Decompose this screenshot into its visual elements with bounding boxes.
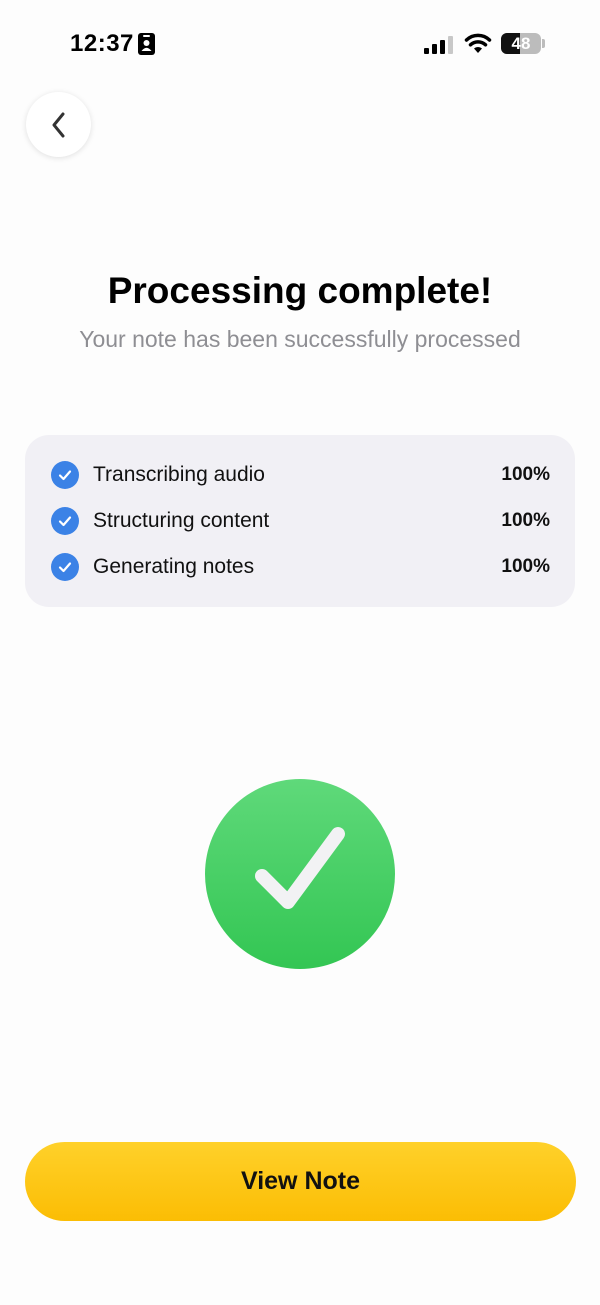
step-label: Structuring content	[93, 509, 270, 532]
checkmark-icon	[255, 827, 345, 909]
step-percent: 100%	[501, 510, 550, 531]
battery-icon: 48	[501, 33, 541, 54]
battery-cap	[542, 39, 545, 48]
success-checkmark	[205, 779, 395, 969]
battery-level: 48	[511, 34, 531, 53]
checkmark-circle-icon	[51, 461, 79, 489]
step-label: Transcribing audio	[93, 463, 265, 486]
processing-steps-card: Transcribing audio 100% Structuring cont…	[25, 435, 575, 607]
step-label: Generating notes	[93, 555, 255, 578]
step-percent: 100%	[501, 464, 550, 485]
signal-icon	[424, 36, 453, 54]
step-percent: 100%	[501, 556, 550, 577]
processing-complete-screen: 12:37 48 Processing complete! Your note …	[0, 0, 600, 1305]
status-time: 12:37	[70, 30, 134, 57]
wifi-icon	[464, 33, 492, 53]
chevron-left-icon	[52, 112, 64, 137]
step-row-structuring: Structuring content 100%	[51, 506, 550, 536]
page-title: Processing complete!	[107, 270, 493, 311]
step-row-generating: Generating notes 100%	[51, 552, 550, 582]
step-row-transcribing: Transcribing audio 100%	[51, 460, 550, 490]
back-button[interactable]	[26, 92, 91, 157]
id-card-icon	[138, 33, 155, 55]
checkmark-circle-icon	[51, 553, 79, 581]
status-bar: 12:37 48	[0, 0, 600, 90]
view-note-button[interactable]: View Note	[25, 1142, 576, 1221]
page-subtitle: Your note has been successfully processe…	[79, 326, 521, 352]
checkmark-circle-icon	[51, 507, 79, 535]
